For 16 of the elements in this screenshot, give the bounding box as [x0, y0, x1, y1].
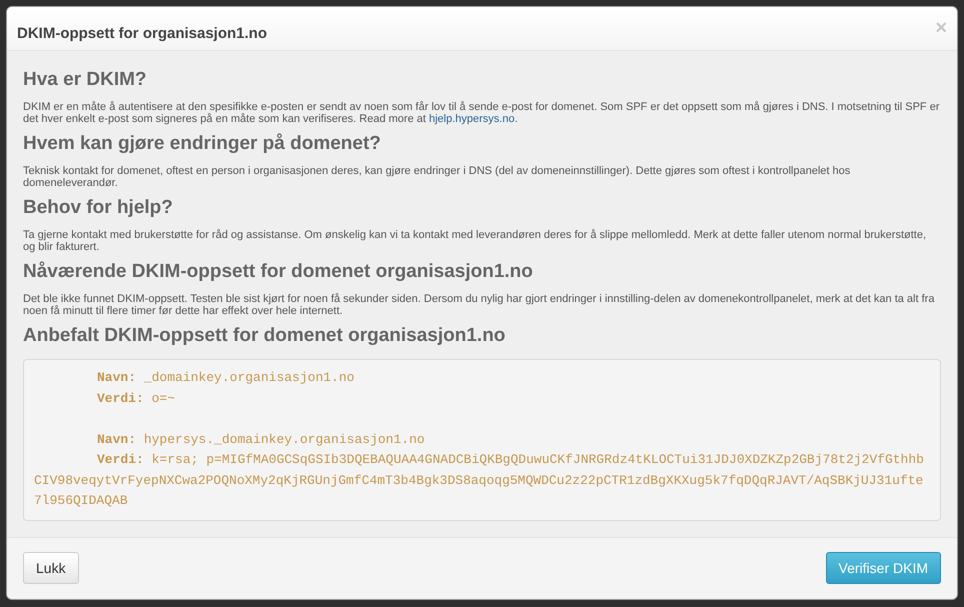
section-text: Det ble ikke funnet DKIM-oppsett. Testen ble sist kjørt for noen få sekunder siden. Dersom du nylig har gjort endringer i innstilling-delen av domenekontrollpanelet, merk at det kan ta alt fra noen få minutt til flere timer før dette har effekt over hele internett.: [23, 293, 936, 317]
section-text: Ta gjerne kontakt med brukerstøtte for råd og assistanse. Om ønskelig kan vi ta kontakt med leverandøren deres for å slippe mellomledd. Merk at dette faller utenom normal brukerstøtte, og blir fakturert.: [23, 229, 928, 253]
help-link[interactable]: hjelp.hypersys.no: [428, 113, 515, 125]
section-heading: Behov for hjelp?: [23, 197, 174, 219]
dialog-title: DKIM-oppsett for organisasjon1.no: [17, 25, 268, 42]
record-name: Navn: hypersys._domainkey.organisasjon1.no: [96, 430, 426, 448]
section-text: Teknisk kontakt for domenet, oftest en person i organisasjonen deres, kan gjøre endringer i DNS (del av domeneinnstillinger). Dette gjøres som oftest i kontrollpanelet hos domeneleverandør.: [23, 165, 852, 189]
record-name: Navn: _domainkey.organisasjon1.no: [96, 369, 356, 387]
section-heading: Anbefalt DKIM-oppsett for domenet organisasjon1.no: [23, 325, 506, 347]
section-heading: Nåværende DKIM-oppsett for domenet organisasjon1.no: [23, 261, 534, 283]
record-value: Verdi: k=rsa; p=MIGfMA0GCSqGSIb3DQEBAQUAA4GNADCBiQKBgQDuwuCKfJNRGRdz4tKLOCTui31JDJ0XDZKZp2GBj78t2j2VfGthhbCIV98veqytVrFyepNXCwa2POQNoXMy2qKjRGUnjGmfC4mT3b4Bgk3DS8aqoqg5MQWDCu2z22pCTR1zdBgXKXug5k7fqDQqRJAVT/AqSBKjUJ31ufte7l956QIDAQAB: [34, 451, 925, 510]
section-text: DKIM er en måte å autentisere at den spesifikke e-posten er sendt av noen som får lov til å sende e-post for domenet. Som SPF er det oppsett som må gjøres i DNS. I motsetning til SPF er det hver enkelt e-post som signeres på en måte som kan verifiseres. Read more at hjelp.hypersys.no.: [23, 101, 940, 125]
section-heading: Hvem kan gjøre endringer på domenet?: [23, 133, 382, 155]
record-value: Verdi: o=~: [96, 390, 176, 408]
section-heading: Hva er DKIM?: [23, 69, 148, 91]
close-dialog-button[interactable]: Lukk: [23, 552, 79, 584]
